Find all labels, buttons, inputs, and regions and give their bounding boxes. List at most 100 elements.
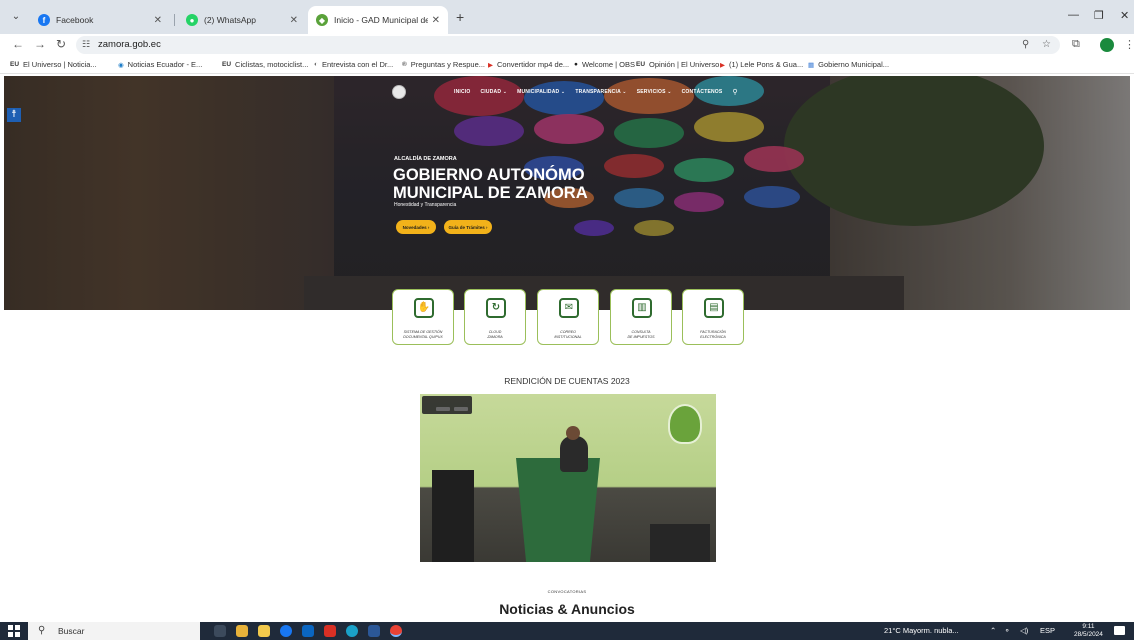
bookmark-item[interactable]: ◉ Noticias Ecuador - E... (118, 60, 202, 69)
task-view-icon[interactable] (214, 625, 226, 637)
bookmark-label: Preguntas y Respue... (410, 60, 486, 69)
bookmark-icon: ● (574, 61, 578, 68)
bookmark-label: El Universo | Noticia... (23, 60, 97, 69)
video-podium (516, 458, 600, 562)
clock[interactable]: 9:11 28/5/2024 (1074, 623, 1103, 639)
service-label: CORREO INSTITUCIONAL (533, 330, 603, 339)
taskbar-search[interactable]: ⚲ Buscar (28, 622, 200, 640)
chart-icon: ▥ (632, 298, 652, 318)
bookmark-star-icon[interactable]: ☆ (1042, 39, 1051, 50)
windows-start-icon[interactable] (8, 625, 20, 637)
bookmark-item[interactable]: ▦ Gobierno Municipal... (808, 60, 889, 69)
bookmark-item[interactable]: ● Welcome | OBS (574, 60, 635, 69)
hero-kicker: ALCALDÍA DE ZAMORA (394, 156, 457, 162)
bookmark-item[interactable]: EU Opinión | El Universo (636, 60, 719, 69)
facebook-icon: f (38, 14, 50, 26)
nav-ciudad[interactable]: CIUDAD ⌄ (480, 89, 507, 95)
hero-title: GOBIERNO AUTONÓMO MUNICIPAL DE ZAMORA (393, 166, 588, 202)
language-indicator[interactable]: ESP (1040, 626, 1055, 635)
bookmark-item[interactable]: ▶ (1) Lele Pons & Gua... (720, 60, 803, 69)
bookmark-icon: ▶ (720, 61, 725, 69)
rendicion-video[interactable] (420, 394, 716, 562)
forward-icon[interactable]: → (34, 37, 46, 51)
minimize-icon[interactable]: — (1068, 9, 1079, 21)
service-label-line: DE IMPUESTOS (627, 334, 655, 339)
tab-label: Facebook (56, 15, 94, 25)
new-tab-button[interactable]: + (456, 9, 464, 25)
chrome-icon[interactable] (390, 625, 402, 637)
convocatorias-label: CONVOCATORIAS (547, 589, 587, 594)
mail-app-icon[interactable] (302, 625, 314, 637)
novedades-button[interactable]: Novedades › (396, 220, 436, 234)
bookmark-item[interactable]: EU Ciclistas, motociclist... (222, 60, 308, 69)
bookmark-icon: ® (402, 61, 407, 68)
hero-banner: INICIO CIUDAD ⌄ MUNICIPALIDAD ⌄ TRANSPAR… (4, 76, 1130, 310)
nav-servicios[interactable]: SERVICIOS ⌄ (637, 89, 672, 95)
clock-date: 28/5/2024 (1074, 631, 1103, 638)
bookmark-label: Opinión | El Universo (649, 60, 720, 69)
close-tab-icon[interactable]: ✕ (290, 15, 298, 26)
bookmark-label: Welcome | OBS (581, 60, 636, 69)
bookmark-item[interactable]: ▶ Convertidor mp4 de... (488, 60, 569, 69)
tab-zamora[interactable]: ◆ Inicio - GAD Municipal de Zam ✕ (308, 6, 448, 34)
close-tab-icon[interactable]: ✕ (432, 15, 440, 26)
bookmark-item[interactable]: EU El Universo | Noticia... (10, 60, 97, 69)
reload-icon[interactable]: ↻ (56, 37, 66, 51)
close-window-icon[interactable]: ✕ (1120, 9, 1129, 22)
bookmark-item[interactable]: ◐ Entrevista con el Dr... (314, 60, 393, 69)
edge-icon[interactable] (346, 625, 358, 637)
back-icon[interactable]: ← (12, 37, 24, 51)
tab-whatsapp[interactable]: ● (2) WhatsApp ✕ (178, 6, 306, 34)
facebook-app-icon[interactable] (280, 625, 292, 637)
site-navigation: INICIO CIUDAD ⌄ MUNICIPALIDAD ⌄ TRANSPAR… (392, 82, 738, 102)
service-label: CONSULTA DE IMPUESTOS (606, 330, 676, 339)
url-text[interactable]: zamora.gob.ec (98, 39, 161, 50)
service-label: SISTEMA DE GESTIÓN DOCUMENTAL QUIPUX (388, 330, 458, 339)
volume-icon[interactable]: ◁) (1020, 626, 1028, 635)
network-icon[interactable]: ⚬ (1004, 626, 1010, 635)
weather-widget[interactable]: 21°C Mayorm. nubla... (884, 626, 959, 635)
hero-subtitle: Honestidad y Transparencia (394, 202, 457, 208)
bookmark-icon: ▶ (488, 61, 493, 69)
video-speaker-person (560, 436, 588, 472)
word-icon[interactable] (368, 625, 380, 637)
search-icon[interactable]: ⚲ (732, 88, 737, 96)
bookmark-label: Convertidor mp4 de... (497, 60, 570, 69)
bookmarks-bar: EU El Universo | Noticia... ◉ Noticias Ecu… (0, 56, 1134, 74)
tab-facebook[interactable]: f Facebook ✕ (30, 6, 170, 34)
accessibility-icon[interactable]: ☨ (7, 108, 21, 122)
handshake-icon: ✋ (414, 298, 434, 318)
municipal-crest-icon (392, 85, 406, 99)
hero-title-line-2: MUNICIPAL DE ZAMORA (393, 184, 588, 202)
menu-kebab-icon[interactable]: ⋮ (1124, 38, 1134, 51)
bookmark-icon: EU (222, 61, 232, 68)
gad-zamora-logo[interactable] (392, 83, 444, 101)
notifications-icon[interactable] (1114, 626, 1125, 635)
nav-municipalidad[interactable]: MUNICIPALIDAD ⌄ (517, 89, 565, 95)
profile-avatar[interactable] (1100, 38, 1114, 52)
tab-search-icon[interactable]: ⌄ (8, 9, 24, 25)
extensions-icon[interactable]: ⧉ (1072, 38, 1080, 51)
youtube-icon[interactable] (324, 625, 336, 637)
bookmark-icon: ◉ (118, 61, 124, 69)
zoom-icon[interactable]: ⚲ (1022, 39, 1029, 50)
whatsapp-icon: ● (186, 14, 198, 26)
file-explorer-icon[interactable] (258, 625, 270, 637)
video-popup-button[interactable] (436, 407, 450, 411)
service-label-line: ELECTRÓNICA (700, 334, 726, 339)
close-tab-icon[interactable]: ✕ (154, 15, 162, 26)
store-icon[interactable] (236, 625, 248, 637)
video-popup-button[interactable] (454, 407, 468, 411)
guia-tramites-button[interactable]: Guía de Trámites › (444, 220, 492, 234)
nav-contactenos[interactable]: CONTÁCTENOS (682, 89, 723, 95)
nav-inicio[interactable]: INICIO (454, 89, 470, 95)
address-bar[interactable]: ☷ zamora.gob.ec ⚲ ☆ (76, 36, 1060, 54)
restore-icon[interactable]: ❐ (1094, 9, 1104, 22)
site-info-icon[interactable]: ☷ (82, 39, 90, 50)
bookmark-label: (1) Lele Pons & Gua... (729, 60, 804, 69)
tray-chevron-icon[interactable]: ⌃ (990, 626, 996, 635)
nav-transparencia[interactable]: TRANSPARENCIA ⌄ (575, 89, 626, 95)
rendicion-title: RENDICIÓN DE CUENTAS 2023 (504, 376, 630, 386)
bookmark-label: Entrevista con el Dr... (321, 60, 394, 69)
bookmark-item[interactable]: ® Preguntas y Respue... (402, 60, 485, 69)
